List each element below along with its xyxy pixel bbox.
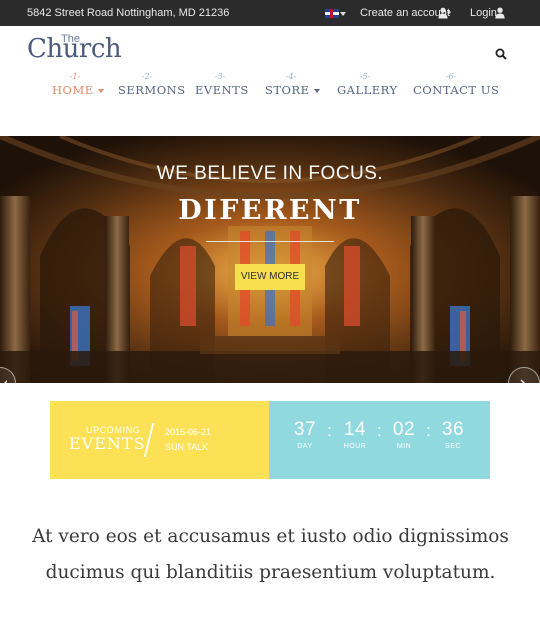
upcoming-events-banner: UPCOMING EVENTS 2015-06-21 SUN TALK 37 D… xyxy=(50,401,490,479)
events-panel: UPCOMING EVENTS 2015-06-21 SUN TALK xyxy=(50,401,269,479)
nav-item-sermons[interactable]: -2- SERMONS xyxy=(118,72,186,97)
search-icon[interactable] xyxy=(495,48,507,60)
nav-number: -3- xyxy=(214,72,226,81)
nav-label: SERMONS xyxy=(118,83,186,97)
nav-number: -6- xyxy=(445,72,457,81)
login-link[interactable]: Login xyxy=(470,7,497,19)
countdown-seconds: 36 SEC xyxy=(435,419,471,450)
nav-label: EVENTS xyxy=(195,83,249,97)
event-name-link[interactable]: SUN TALK xyxy=(165,442,208,452)
nav-label: STORE xyxy=(265,83,310,97)
nav-item-contact-us[interactable]: -6- CONTACT US xyxy=(413,72,500,97)
hero-subheading: DIFERENT xyxy=(178,195,362,226)
slider-next-button[interactable] xyxy=(508,367,540,399)
uk-flag-icon[interactable] xyxy=(325,9,339,18)
nav-number: -4- xyxy=(285,72,297,81)
chevron-left-icon xyxy=(3,380,7,388)
user-icon[interactable] xyxy=(495,7,505,19)
countdown-unit: HOUR xyxy=(343,443,367,450)
hero-divider xyxy=(206,241,334,242)
nav-number: -1- xyxy=(69,72,81,81)
nav-label: HOME xyxy=(52,83,94,97)
nav-label: CONTACT US xyxy=(413,83,500,97)
countdown-panel: 37 DAY : 14 HOUR : 02 MIN : 36 SEC xyxy=(269,401,490,479)
countdown-separator: : xyxy=(377,421,382,440)
countdown-value: 14 xyxy=(343,419,367,440)
countdown-value: 02 xyxy=(392,419,416,440)
chevron-down-icon xyxy=(97,89,104,93)
countdown-days: 37 DAY xyxy=(287,419,323,450)
nav-number: -2- xyxy=(141,72,153,81)
chevron-right-icon xyxy=(520,379,526,389)
address-text: 5842 Street Road Nottingham, MD 21236 xyxy=(27,7,230,19)
countdown-unit: DAY xyxy=(297,443,313,450)
countdown-unit: SEC xyxy=(445,443,461,450)
top-bar: 5842 Street Road Nottingham, MD 21236 Cr… xyxy=(0,0,540,26)
countdown-minutes: 02 MIN xyxy=(386,419,422,450)
event-date: 2015-06-21 xyxy=(165,427,212,437)
countdown-unit: MIN xyxy=(396,443,412,450)
nav-item-gallery[interactable]: -5- GALLERY xyxy=(337,72,398,97)
language-dropdown-caret-icon[interactable] xyxy=(340,12,346,16)
countdown-separator: : xyxy=(327,421,332,440)
nav-item-home[interactable]: -1- HOME xyxy=(52,72,104,97)
add-user-icon[interactable] xyxy=(438,7,451,19)
nav-label: GALLERY xyxy=(337,83,398,97)
logo[interactable]: Church xyxy=(27,34,122,64)
nav-number: -5- xyxy=(359,72,371,81)
nav-item-events[interactable]: -3- EVENTS xyxy=(195,72,249,97)
chevron-down-icon xyxy=(313,89,320,93)
intro-quote: At vero eos et accusamus et iusto odio d… xyxy=(32,526,509,583)
hero-heading: WE BELIEVE IN FOCUS. xyxy=(156,163,384,184)
create-account-link[interactable]: Create an account xyxy=(360,7,450,19)
countdown-separator: : xyxy=(426,421,431,440)
nav-item-store[interactable]: -4- STORE xyxy=(265,72,320,97)
view-more-button[interactable]: VIEW MORE xyxy=(235,264,305,290)
countdown-value: 36 xyxy=(441,419,465,440)
countdown-hours: 14 HOUR xyxy=(337,419,373,450)
events-title: EVENTS xyxy=(69,434,146,453)
countdown-value: 37 xyxy=(293,419,317,440)
